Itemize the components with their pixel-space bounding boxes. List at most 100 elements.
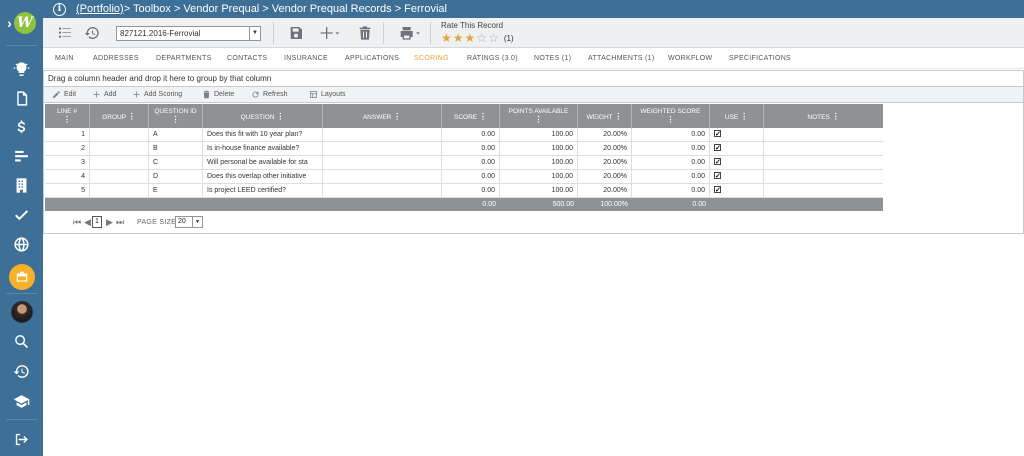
star-icon[interactable]: ★ xyxy=(441,32,452,44)
star-outline-icon[interactable]: ☆ xyxy=(476,32,487,44)
gantt-icon[interactable] xyxy=(0,142,43,170)
column-header-line[interactable]: LINE # ⋮ xyxy=(45,104,90,128)
breadcrumb: i (Portfolio) > Toolbox > Vendor Prequal… xyxy=(43,0,1024,18)
edit-button[interactable]: Edit xyxy=(52,90,76,99)
table-row[interactable]: 5 E Is project LEED certified? 0.00 100.… xyxy=(45,184,883,198)
column-header-score[interactable]: SCORE ⋮ xyxy=(442,104,500,128)
expand-chevron-icon[interactable]: › xyxy=(7,15,12,31)
column-menu-icon[interactable]: ⋮ xyxy=(740,112,748,121)
column-menu-icon[interactable]: ⋮ xyxy=(393,112,401,121)
column-header-weight[interactable]: WEIGHT ⋮ xyxy=(578,104,632,128)
record-toolbar: 827121.2016-Ferrovial ▼ Rate This Record… xyxy=(43,18,1024,48)
save-icon[interactable] xyxy=(287,24,305,42)
checkmark-icon[interactable] xyxy=(0,200,43,228)
tab-ratings[interactable]: RATINGS (3.0) xyxy=(467,55,518,62)
rating-stars[interactable]: ★ ★ ★ ☆ ☆ (1) xyxy=(441,32,514,44)
record-selector[interactable]: 827121.2016-Ferrovial ▼ xyxy=(116,26,261,41)
column-menu-icon[interactable]: ⋮ xyxy=(128,112,136,121)
column-header-weighted-score[interactable]: WEIGHTED SCORE ⋮ xyxy=(632,104,710,128)
column-menu-icon[interactable]: ⋮ xyxy=(276,112,284,121)
layouts-button[interactable]: Layouts xyxy=(309,90,346,99)
use-checkbox[interactable] xyxy=(714,142,721,155)
last-page-icon[interactable]: ⏭ xyxy=(116,217,124,228)
add-dropdown-icon[interactable] xyxy=(318,24,342,42)
add-scoring-button[interactable]: Add Scoring xyxy=(132,90,182,99)
cell-group xyxy=(90,156,149,170)
delete-button[interactable]: Delete xyxy=(202,90,234,99)
next-page-icon[interactable]: ▶ xyxy=(106,217,113,228)
column-menu-icon[interactable]: ⋮ xyxy=(479,112,487,121)
sidebar-divider xyxy=(6,419,37,420)
document-icon[interactable] xyxy=(0,84,43,112)
tab-attachments[interactable]: ATTACHMENTS (1) xyxy=(588,55,654,62)
print-dropdown-icon[interactable] xyxy=(397,24,423,42)
chevron-down-icon[interactable]: ▼ xyxy=(192,217,202,227)
column-header-notes[interactable]: NOTES ⋮ xyxy=(764,104,883,128)
cell-score: 0.00 xyxy=(442,128,500,142)
tab-contacts[interactable]: CONTACTS xyxy=(227,55,267,62)
tab-specifications[interactable]: SPECIFICATIONS xyxy=(729,55,791,62)
cell-line: 3 xyxy=(45,156,90,170)
logout-icon[interactable] xyxy=(0,425,43,453)
group-by-drop-zone[interactable]: Drag a column header and drop it here to… xyxy=(44,71,1023,87)
toolbox-icon[interactable] xyxy=(0,263,43,291)
chevron-down-icon[interactable]: ▼ xyxy=(249,27,260,40)
use-checkbox[interactable] xyxy=(714,170,721,183)
star-icon[interactable]: ★ xyxy=(453,32,464,44)
add-button[interactable]: Add xyxy=(92,90,116,99)
tab-workflow[interactable]: WORKFLOW xyxy=(668,55,712,62)
column-header-answer[interactable]: ANSWER ⋮ xyxy=(323,104,442,128)
dollar-icon[interactable] xyxy=(0,113,43,141)
refresh-icon xyxy=(252,91,259,98)
history-icon[interactable] xyxy=(83,24,101,42)
column-menu-icon[interactable]: ⋮ xyxy=(832,112,840,121)
lightbulb-icon[interactable] xyxy=(0,55,43,83)
tab-scoring[interactable]: SCORING xyxy=(414,55,449,62)
tab-notes[interactable]: NOTES (1) xyxy=(534,55,571,62)
globe-icon[interactable] xyxy=(0,230,43,258)
column-header-question[interactable]: QUESTION ⋮ xyxy=(203,104,323,128)
list-view-icon[interactable] xyxy=(56,24,74,42)
graduation-cap-icon[interactable] xyxy=(0,387,43,415)
column-menu-icon[interactable]: ⋮ xyxy=(63,115,71,124)
table-row[interactable]: 3 C Will personal be available for sta 0… xyxy=(45,156,883,170)
column-menu-icon[interactable]: ⋮ xyxy=(667,115,675,124)
history-icon[interactable] xyxy=(0,357,43,385)
page-size-select[interactable]: 20 ▼ xyxy=(175,216,203,228)
column-header-question-id[interactable]: QUESTION ID ⋮ xyxy=(149,104,203,128)
column-header-group[interactable]: GROUP ⋮ xyxy=(90,104,149,128)
table-row[interactable]: 4 D Does this overlap other initiative 0… xyxy=(45,170,883,184)
table-row[interactable]: 2 B Is in-house finance available? 0.00 … xyxy=(45,142,883,156)
column-menu-icon[interactable]: ⋮ xyxy=(614,112,622,121)
column-header-label: WEIGHT xyxy=(586,114,613,121)
search-icon[interactable] xyxy=(0,327,43,355)
column-menu-icon[interactable]: ⋮ xyxy=(172,115,180,124)
prev-page-icon[interactable]: ◀ xyxy=(84,217,91,228)
cell-group xyxy=(90,170,149,184)
refresh-button[interactable]: Refresh xyxy=(251,90,288,99)
star-icon[interactable]: ★ xyxy=(465,32,476,44)
use-checkbox[interactable] xyxy=(714,184,721,197)
delete-icon[interactable] xyxy=(356,24,374,42)
building-icon[interactable] xyxy=(0,171,43,199)
tab-departments[interactable]: DEPARTMENTS xyxy=(156,55,212,62)
column-header-points-available[interactable]: POINTS AVAILABLE ⋮ xyxy=(500,104,578,128)
column-header-use[interactable]: USE ⋮ xyxy=(710,104,764,128)
use-checkbox[interactable] xyxy=(714,128,721,141)
table-row[interactable]: 1 A Does this fit with 10 year plan? 0.0… xyxy=(45,128,883,142)
current-page[interactable]: 1 xyxy=(92,216,102,228)
cell-notes xyxy=(764,142,883,156)
column-menu-icon[interactable]: ⋮ xyxy=(535,115,543,124)
tab-insurance[interactable]: INSURANCE xyxy=(284,55,328,62)
tab-addresses[interactable]: ADDRESSES xyxy=(93,55,139,62)
app-logo[interactable]: › W xyxy=(0,0,43,45)
cell-notes xyxy=(764,184,883,198)
tab-main[interactable]: MAIN xyxy=(55,55,74,62)
star-outline-icon[interactable]: ☆ xyxy=(488,32,499,44)
use-checkbox[interactable] xyxy=(714,156,721,169)
breadcrumb-portfolio-link[interactable]: (Portfolio) xyxy=(76,3,124,15)
tab-applications[interactable]: APPLICATIONS xyxy=(345,55,399,62)
user-avatar[interactable] xyxy=(0,298,43,326)
first-page-icon[interactable]: ⏮ xyxy=(73,217,81,228)
info-icon[interactable]: i xyxy=(53,2,66,16)
